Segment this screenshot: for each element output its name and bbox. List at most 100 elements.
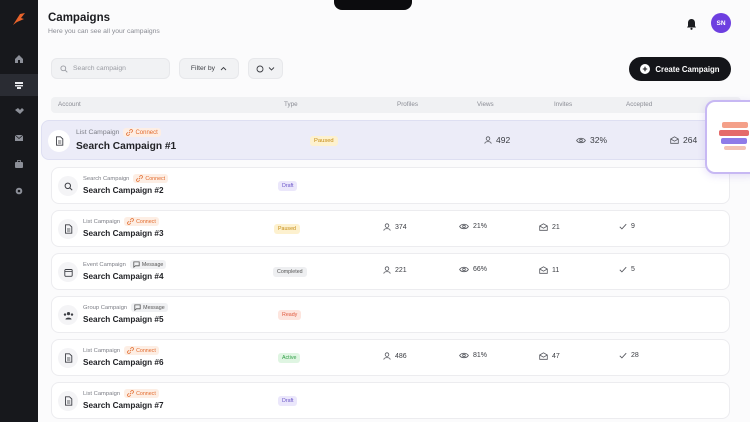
status-badge: Draft [278,396,298,406]
stack-illustration-icon [719,122,749,150]
campaign-name[interactable]: Search Campaign #6 [83,358,164,367]
campaign-name[interactable]: Search Campaign #3 [83,229,164,238]
campaign-type-line: List Campaign Connect [83,346,159,355]
profiles-icon [383,266,391,274]
sidebar-item-campaigns[interactable] [0,74,38,96]
invites-metric: 21 [539,223,560,231]
views-metric: 21% [459,223,487,230]
status-badge: Paused [274,224,300,234]
table-header: Account Type Profiles Views Invites Acce… [51,97,741,113]
sidebar-item-network[interactable] [0,100,38,122]
campaign-type-line: List Campaign Connect [76,128,161,137]
campaign-name[interactable]: Search Campaign #4 [83,272,164,281]
campaign-row[interactable]: Search Campaign Connect Search Campaign … [51,167,730,204]
campaign-row[interactable]: Event Campaign Message Search Campaign #… [51,253,730,290]
chevron-up-icon [220,66,227,71]
accepted-value: 9 [631,223,635,230]
link-icon [127,390,134,397]
campaign-action-badge: Connect [124,389,159,398]
message-icon [134,304,141,311]
sidebar [0,0,38,422]
status-badge: Active [278,353,301,363]
profiles-icon [383,352,391,360]
accepted-metric: 28 [619,352,639,359]
column-invites: Invites [554,101,573,108]
campaign-type-line: Event Campaign Message [83,260,167,269]
campaign-type-line: Search Campaign Connect [83,174,169,183]
profiles-value: 492 [496,135,511,145]
handshake-icon [14,108,24,114]
bell-icon [687,19,696,30]
views-icon [459,266,469,273]
campaign-row[interactable]: List Campaign Connect Search Campaign #7… [51,382,730,419]
column-type: Type [284,101,298,108]
campaign-name[interactable]: Search Campaign #7 [83,401,164,410]
campaign-action-label: Connect [136,390,156,397]
link-icon [127,218,134,225]
views-icon [459,223,469,230]
views-icon [459,352,469,359]
mail-icon [14,134,24,141]
floating-preview-card[interactable] [705,100,750,174]
status-badge: Ready [278,310,302,320]
profiles-icon [383,223,391,231]
status-filter-dropdown[interactable] [248,58,283,79]
chevron-down-icon [268,67,275,71]
message-icon [133,261,140,268]
sidebar-item-briefcase[interactable] [0,153,38,175]
circle-icon [256,65,264,72]
document-icon [58,391,78,411]
search-icon [58,176,78,196]
profiles-icon [484,136,492,144]
sidebar-item-settings[interactable] [0,180,38,202]
user-avatar[interactable]: SN [711,13,731,33]
column-views: Views [477,101,494,108]
campaign-row[interactable]: Group Campaign Message Search Campaign #… [51,296,730,333]
calendar-icon [58,262,78,282]
accepted-icon [619,266,627,273]
accepted-metric: 9 [619,223,635,230]
column-accepted: Accepted [626,101,653,108]
profiles-value: 486 [395,352,407,360]
group-icon [58,305,78,325]
gear-icon [15,187,23,195]
profiles-value: 374 [395,223,407,231]
campaign-row[interactable]: List Campaign Connect Search Campaign #1… [41,120,723,160]
campaign-action-label: Connect [145,175,166,182]
campaign-type-line: Group Campaign Message [83,303,168,312]
campaign-action-badge: Connect [124,217,159,226]
search-box[interactable] [51,58,170,79]
views-value: 21% [473,223,488,230]
link-icon [126,129,134,136]
invites-metric: 47 [539,352,560,360]
campaign-action-label: Connect [135,129,158,136]
campaign-action-badge: Connect [133,174,169,183]
views-metric: 81% [459,352,487,359]
camera-notch [334,0,412,10]
campaign-name[interactable]: Search Campaign #1 [76,141,176,152]
campaign-type: List Campaign [83,218,121,225]
campaign-row[interactable]: List Campaign Connect Search Campaign #6… [51,339,730,376]
views-icon [576,137,586,144]
notification-button[interactable] [686,17,697,35]
invites-value: 47 [552,352,560,360]
campaign-name[interactable]: Search Campaign #2 [83,186,164,195]
accepted-icon [619,352,627,359]
campaign-action-badge: Connect [123,128,161,137]
sidebar-item-home[interactable] [0,48,38,70]
filter-button[interactable]: Filter by [179,58,239,79]
campaign-row[interactable]: List Campaign Connect Search Campaign #3… [51,210,730,247]
invites-value: 11 [552,266,560,274]
invites-icon [539,352,548,360]
views-value: 81% [473,352,488,359]
column-account: Account [58,101,81,108]
campaign-name[interactable]: Search Campaign #5 [83,315,164,324]
create-campaign-button[interactable]: Create Campaign [629,57,731,81]
campaign-action-badge: Message [129,260,167,269]
search-input[interactable] [73,65,163,72]
profiles-value: 221 [395,266,407,274]
invites-value: 21 [552,223,560,231]
page-title: Campaigns [48,12,110,24]
campaign-icon [15,82,23,89]
sidebar-item-inbox[interactable] [0,127,38,149]
